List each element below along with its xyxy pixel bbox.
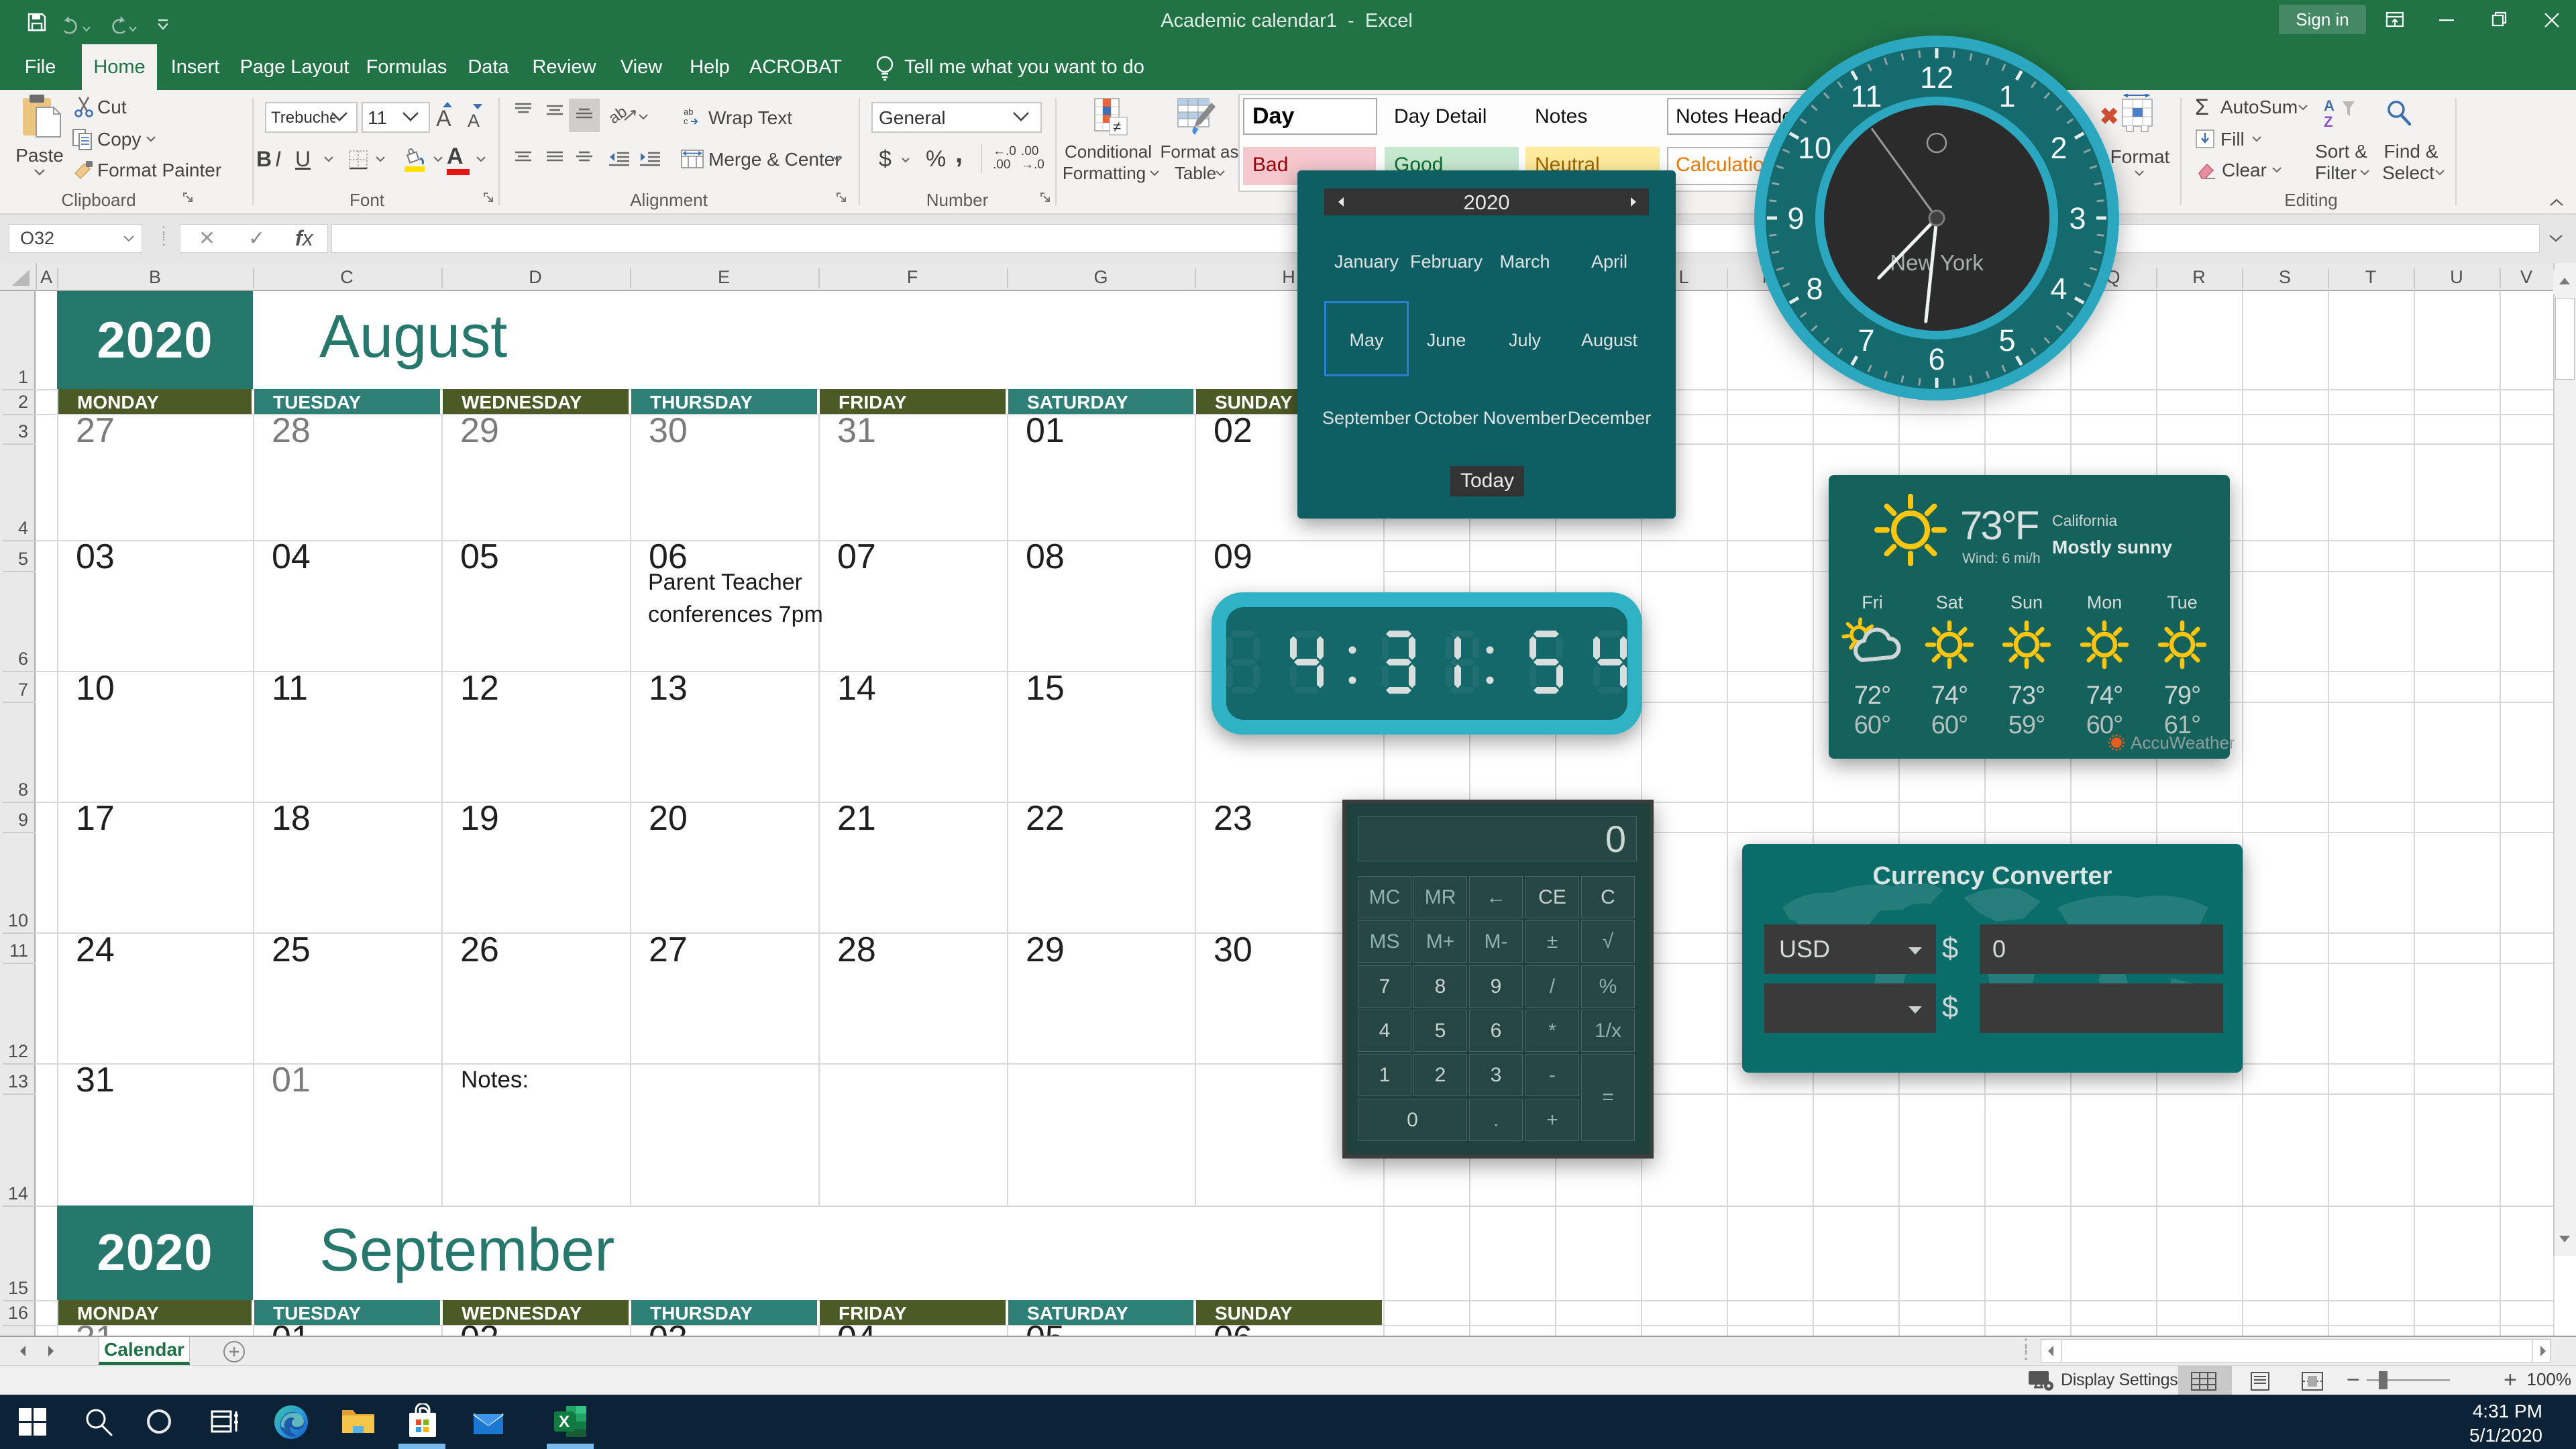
svg-text:9: 9 [1787,201,1804,235]
svg-text:2: 2 [2050,131,2067,165]
svg-text:5: 5 [1998,323,2015,358]
svg-text:A: A [2324,97,2334,114]
svg-text:c: c [684,116,688,126]
svg-text:7: 7 [1858,323,1874,358]
svg-text:4: 4 [2050,272,2067,306]
svg-text:1: 1 [1998,79,2015,113]
svg-text:12: 12 [1920,60,1953,95]
svg-text:≠: ≠ [1113,118,1121,135]
svg-text:3: 3 [2069,201,2086,235]
svg-text:X: X [559,1413,570,1431]
svg-text:ab: ab [684,107,693,117]
svg-text:Z: Z [2324,113,2332,130]
svg-text:11: 11 [1851,79,1882,113]
svg-text:10: 10 [1798,131,1831,165]
svg-text:6: 6 [1928,342,1945,376]
svg-text:8: 8 [1806,272,1823,306]
